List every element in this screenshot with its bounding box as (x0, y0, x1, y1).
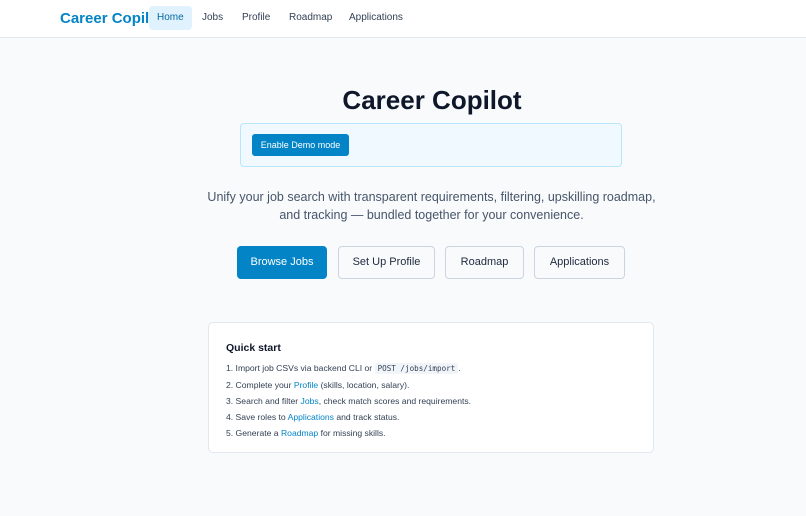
nav-item-jobs[interactable]: Jobs (194, 6, 231, 30)
applications-button[interactable]: Applications (534, 246, 625, 279)
profile-link[interactable]: Profile (294, 380, 318, 390)
step-text: , check match scores and requirements. (318, 396, 472, 406)
step-text: and track status. (333, 412, 400, 422)
roadmap-link[interactable]: Roadmap (281, 428, 318, 438)
quick-start-title: Quick start (226, 342, 281, 354)
quick-start-card: Quick start 1. Import job CSVs via backe… (208, 322, 654, 453)
step-text: 2. Complete your (226, 380, 294, 390)
list-item: 5. Generate a Roadmap for missing skills… (226, 425, 646, 441)
quick-start-steps: 1. Import job CSVs via backend CLI or PO… (226, 360, 646, 441)
list-item: 1. Import job CSVs via backend CLI or PO… (226, 360, 646, 377)
enable-demo-mode-button[interactable]: Enable Demo mode (252, 134, 349, 156)
step-text: for missing skills. (318, 428, 386, 438)
jobs-link[interactable]: Jobs (301, 396, 319, 406)
import-endpoint-code: POST /jobs/import (374, 363, 459, 374)
nav-item-profile[interactable]: Profile (234, 6, 278, 30)
hero-tagline: Unify your job search with transparent r… (200, 188, 663, 224)
brand-logo[interactable]: Career Copilot (60, 10, 163, 27)
step-text: (skills, location, salary). (318, 380, 410, 390)
demo-mode-panel: Enable Demo mode (240, 123, 622, 167)
step-text: 1. Import job CSVs via backend CLI or (226, 363, 375, 373)
list-item: 3. Search and filter Jobs, check match s… (226, 393, 646, 409)
list-item: 4. Save roles to Applications and track … (226, 409, 646, 425)
applications-link[interactable]: Applications (288, 412, 334, 422)
step-text: 5. Generate a (226, 428, 281, 438)
roadmap-button[interactable]: Roadmap (445, 246, 524, 279)
nav-item-roadmap[interactable]: Roadmap (281, 6, 340, 30)
set-up-profile-button[interactable]: Set Up Profile (338, 246, 435, 279)
nav-item-applications[interactable]: Applications (341, 6, 411, 30)
step-text: 3. Search and filter (226, 396, 301, 406)
nav-item-home[interactable]: Home (149, 6, 192, 30)
top-navbar: Career Copilot Home Jobs Profile Roadmap… (0, 0, 806, 38)
browse-jobs-button[interactable]: Browse Jobs (237, 246, 327, 279)
step-text: . (458, 363, 461, 373)
tagline-line-1: Unify your job search with transparent r… (207, 190, 656, 204)
page-title: Career Copilot (342, 85, 522, 115)
tagline-line-2: and tracking — bundled together for your… (279, 208, 584, 222)
step-text: 4. Save roles to (226, 412, 288, 422)
list-item: 2. Complete your Profile (skills, locati… (226, 377, 646, 393)
